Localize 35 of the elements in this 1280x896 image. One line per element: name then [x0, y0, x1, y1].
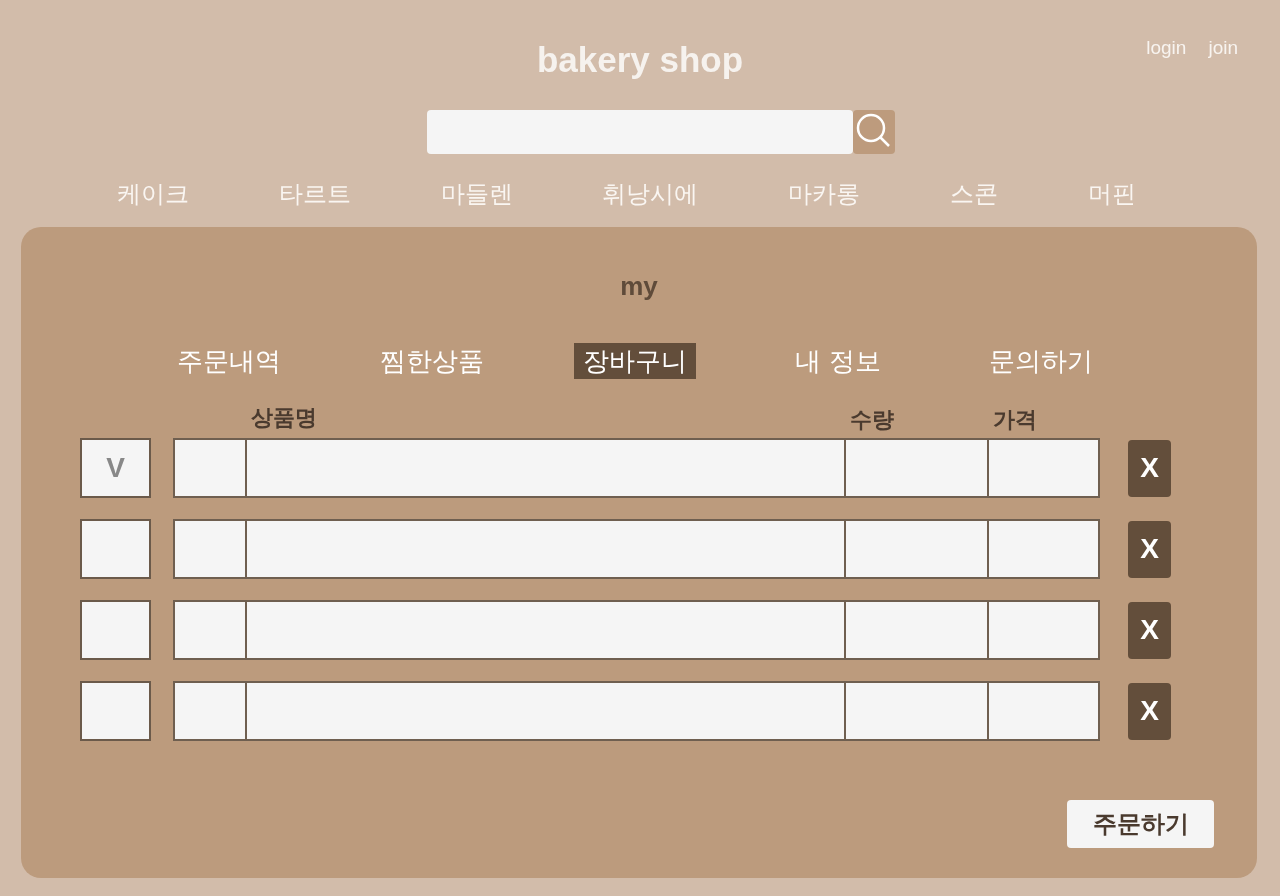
category-link[interactable]: 케이크	[117, 177, 189, 211]
column-header: 수량	[849, 407, 894, 433]
header-link[interactable]: login	[1146, 37, 1187, 59]
header-link[interactable]: join	[1208, 37, 1238, 59]
tab[interactable]: 장바구니	[574, 343, 696, 379]
tab[interactable]: 찜한상품	[371, 343, 493, 379]
category-link[interactable]: 스콘	[950, 177, 999, 211]
search-icon	[856, 113, 892, 147]
checkbox[interactable]	[80, 519, 151, 579]
section-title: my	[620, 271, 658, 301]
delete-button[interactable]: X	[1128, 682, 1171, 740]
order-button[interactable]: 주문하기	[1067, 800, 1214, 848]
tab[interactable]: 내 정보	[786, 343, 890, 379]
column-header: 상품명	[250, 405, 317, 431]
checkbox[interactable]: V	[80, 438, 151, 498]
category-link[interactable]: 휘낭시에	[602, 177, 699, 211]
category-link[interactable]: 타르트	[278, 177, 351, 211]
table-cell	[173, 681, 245, 741]
delete-button[interactable]: X	[1128, 520, 1171, 578]
table-cell	[173, 438, 245, 498]
site-title: bakery shop	[536, 40, 744, 80]
category-link[interactable]: 마들렌	[440, 177, 513, 211]
tab[interactable]: 주문내역	[168, 343, 290, 379]
checkbox[interactable]	[80, 681, 151, 741]
category-link[interactable]: 머핀	[1087, 177, 1136, 211]
table-cell	[173, 519, 245, 579]
column-header: 가격	[992, 407, 1037, 433]
search-field[interactable]	[427, 110, 853, 154]
table-cell	[173, 600, 245, 660]
delete-button[interactable]: X	[1128, 601, 1171, 659]
category-link[interactable]: 마카롱	[788, 177, 861, 211]
search-button[interactable]	[853, 110, 895, 154]
checkbox[interactable]	[80, 600, 151, 660]
delete-button[interactable]: X	[1128, 439, 1171, 497]
tab[interactable]: 문의하기	[980, 343, 1102, 379]
